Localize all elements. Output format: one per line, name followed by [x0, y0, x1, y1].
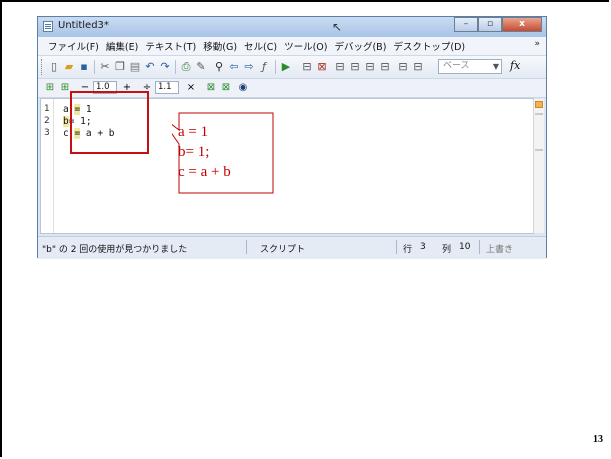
- stack-icon[interactable]: ⊟: [411, 60, 425, 74]
- col-value: 10: [459, 242, 471, 252]
- base-select-value: ベース: [443, 61, 470, 71]
- window-title: Untitled3*: [58, 20, 109, 31]
- chevron-down-icon: ▼: [492, 62, 499, 71]
- cell-help-icon[interactable]: ◉: [236, 81, 250, 95]
- status-bar: "b" の 2 回の使用が見つかりました スクリプト 行 3 列 10 上書き: [38, 236, 546, 259]
- main-toolbar: ▯ ▰ ▪ ✂ ❐ ▤ ↶ ↷ ⎙ ✎ ⚲ ⇦ ⇨ ƒ ▶ ⊟ ⊠ ⊟ ⊟ ⊟ …: [38, 56, 546, 79]
- menu-debug[interactable]: デバッグ(B): [334, 39, 386, 53]
- page-number: 13: [593, 434, 603, 445]
- callout-text: a = 1 b= 1; c = a + b: [178, 124, 231, 180]
- menu-bar: ファイル(F) 編集(E) テキスト(T) 移動(G) セル(C) ツール(O)…: [38, 37, 546, 56]
- save-icon[interactable]: ▪: [77, 60, 91, 74]
- copy-icon[interactable]: ❐: [113, 60, 127, 74]
- help-icon[interactable]: ✎: [194, 60, 208, 74]
- function-browser-icon[interactable]: ƒ: [257, 60, 271, 74]
- status-separator: [479, 240, 480, 254]
- cut-icon[interactable]: ✂: [98, 60, 112, 74]
- col-label: 列: [442, 245, 452, 255]
- menu-cell[interactable]: セル(C): [244, 39, 277, 53]
- multiply-button[interactable]: ×: [184, 81, 198, 95]
- code-highlight-box: [70, 91, 149, 154]
- toolbar-grip[interactable]: [41, 59, 44, 75]
- breakpoint-icon[interactable]: ⊟: [300, 60, 314, 74]
- run-icon[interactable]: ▶: [279, 60, 293, 74]
- continue-icon[interactable]: ⊟: [378, 60, 392, 74]
- menu-text[interactable]: テキスト(T): [145, 39, 196, 53]
- document-icon: [43, 21, 53, 32]
- undo-icon[interactable]: ↶: [143, 60, 157, 74]
- line-number: 3: [44, 128, 50, 138]
- redo-icon[interactable]: ↷: [158, 60, 172, 74]
- line-number: 1: [44, 104, 50, 114]
- row-label: 行: [403, 245, 413, 255]
- open-folder-icon[interactable]: ▰: [62, 60, 76, 74]
- menu-desktop[interactable]: デスクトップ(D): [393, 39, 465, 53]
- find-icon[interactable]: ⚲: [212, 60, 226, 74]
- menu-tools[interactable]: ツール(O): [284, 39, 327, 53]
- menu-go[interactable]: 移動(G): [203, 39, 237, 53]
- cell-eval-advance-icon[interactable]: ⊠: [204, 81, 218, 95]
- menu-edit[interactable]: 編集(E): [106, 39, 138, 53]
- minimize-button[interactable]: –: [454, 17, 478, 32]
- status-separator: [246, 240, 247, 254]
- menu-file[interactable]: ファイル(F): [48, 39, 99, 53]
- toolbar-separator: [94, 60, 95, 74]
- clear-breakpoints-icon[interactable]: ⊠: [315, 60, 329, 74]
- insert-cell-icon[interactable]: ⊞: [43, 81, 57, 95]
- vertical-scrollbar[interactable]: [533, 99, 544, 233]
- print-icon[interactable]: ⎙: [179, 60, 193, 74]
- warning-marker[interactable]: [535, 101, 543, 108]
- status-message: "b" の 2 回の使用が見つかりました: [42, 245, 188, 255]
- toolbar-separator: [275, 60, 276, 74]
- divide-value-field[interactable]: 1.1: [155, 81, 179, 94]
- status-mode: スクリプト: [260, 245, 306, 255]
- base-select[interactable]: ベース ▼: [438, 59, 502, 74]
- line-number: 2: [44, 116, 50, 126]
- scroll-marker[interactable]: [535, 113, 543, 115]
- exit-debug-icon[interactable]: ⊟: [396, 60, 410, 74]
- step-out-icon[interactable]: ⊟: [363, 60, 377, 74]
- title-bar[interactable]: Untitled3* ↖ – ▫ x: [38, 17, 546, 37]
- mouse-cursor-icon: ↖: [332, 20, 343, 34]
- menu-overflow-button[interactable]: »: [534, 39, 540, 49]
- step-in-icon[interactable]: ⊟: [348, 60, 362, 74]
- step-icon[interactable]: ⊟: [333, 60, 347, 74]
- row-value: 3: [420, 242, 426, 252]
- close-button[interactable]: x: [502, 17, 542, 32]
- forward-arrow-icon[interactable]: ⇨: [242, 60, 256, 74]
- maximize-button[interactable]: ▫: [478, 17, 502, 32]
- toolbar-separator: [175, 60, 176, 74]
- cell-advance-icon[interactable]: ⊠: [219, 81, 233, 95]
- scroll-marker[interactable]: [535, 149, 543, 151]
- status-separator: [396, 240, 397, 254]
- new-file-icon[interactable]: ▯: [47, 60, 61, 74]
- back-arrow-icon[interactable]: ⇦: [227, 60, 241, 74]
- fx-button[interactable]: fx: [510, 59, 520, 72]
- paste-icon[interactable]: ▤: [128, 60, 142, 74]
- overwrite-indicator: 上書き: [486, 245, 514, 255]
